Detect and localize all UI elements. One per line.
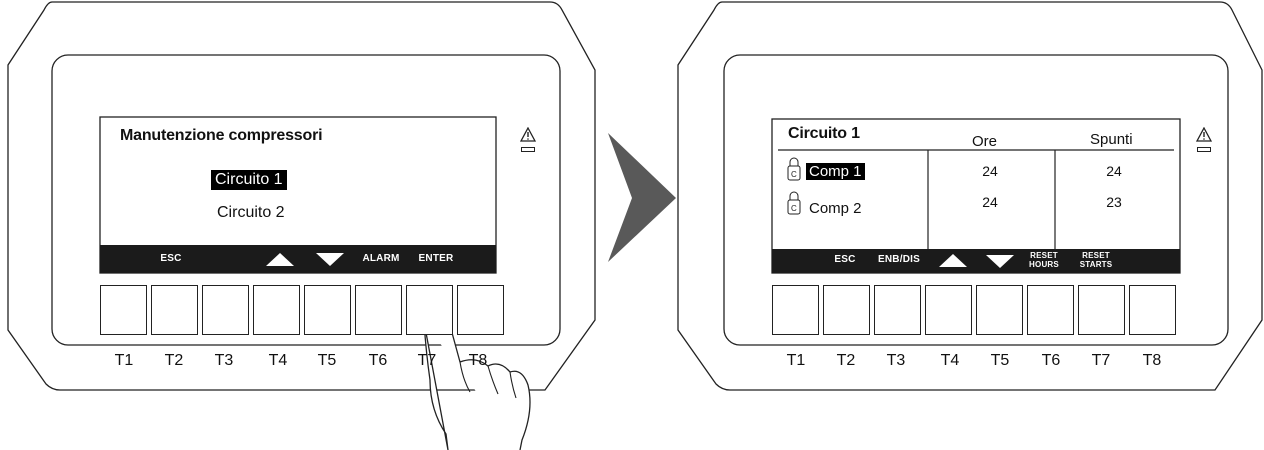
key-label-t4: T4 bbox=[268, 352, 288, 369]
softkey-reset-starts: RESET STARTS bbox=[1078, 251, 1114, 269]
key-t3[interactable] bbox=[874, 285, 921, 335]
key-label-t4: T4 bbox=[940, 352, 960, 369]
softkey-reset-hours-line2: HOURS bbox=[1029, 260, 1059, 269]
key-label-t2: T2 bbox=[836, 352, 856, 369]
alarm-led bbox=[521, 147, 535, 152]
key-t1[interactable] bbox=[100, 285, 147, 335]
softkey-reset-starts-line2: STARTS bbox=[1079, 260, 1113, 269]
compressor-icon: C bbox=[787, 191, 801, 215]
column-header-ore: Ore bbox=[972, 133, 998, 150]
menu-item-circuito-2[interactable]: Circuito 2 bbox=[213, 203, 289, 223]
key-t2[interactable] bbox=[823, 285, 870, 335]
row-comp-2-ore: 24 bbox=[982, 194, 998, 210]
svg-text:C: C bbox=[791, 170, 797, 179]
key-t4[interactable] bbox=[925, 285, 972, 335]
key-t7[interactable] bbox=[1078, 285, 1125, 335]
softkey-reset-hours-line1: RESET bbox=[1030, 251, 1058, 260]
key-t4[interactable] bbox=[253, 285, 300, 335]
compressor-icon: C bbox=[787, 157, 801, 181]
key-label-t3: T3 bbox=[886, 352, 906, 369]
warning-icon bbox=[1195, 126, 1213, 147]
key-label-t6: T6 bbox=[368, 352, 388, 369]
left-device-body bbox=[7, 1, 596, 391]
diagram-frame: C C bbox=[7, 1, 1263, 450]
row-comp-2-name[interactable]: Comp 2 bbox=[806, 200, 865, 217]
key-label-t5: T5 bbox=[317, 352, 337, 369]
key-label-t6: T6 bbox=[1041, 352, 1061, 369]
arrow-right-icon bbox=[608, 133, 676, 262]
key-label-t8: T8 bbox=[1142, 352, 1162, 369]
row-comp-2-spunti: 23 bbox=[1106, 194, 1122, 210]
key-t2[interactable] bbox=[151, 285, 198, 335]
key-t8[interactable] bbox=[1129, 285, 1176, 335]
key-label-t3: T3 bbox=[214, 352, 234, 369]
key-t5[interactable] bbox=[976, 285, 1023, 335]
key-label-t7: T7 bbox=[417, 352, 437, 369]
menu-item-circuito-1[interactable]: Circuito 1 bbox=[211, 170, 287, 190]
softkey-reset-hours: RESET HOURS bbox=[1027, 251, 1061, 269]
svg-text:C: C bbox=[791, 204, 797, 213]
arrow-up-icon bbox=[266, 253, 294, 266]
row-comp-1-spunti: 24 bbox=[1106, 163, 1122, 179]
right-softkey-bar: ESC ENB/DIS RESET HOURS RESET STARTS bbox=[772, 249, 1180, 273]
softkey-enb-dis: ENB/DIS bbox=[878, 254, 920, 265]
key-label-t7: T7 bbox=[1091, 352, 1111, 369]
key-label-t1: T1 bbox=[114, 352, 134, 369]
alarm-led bbox=[1197, 147, 1211, 152]
warning-icon bbox=[519, 126, 537, 147]
key-t3[interactable] bbox=[202, 285, 249, 335]
softkey-esc: ESC bbox=[160, 253, 182, 264]
key-t5[interactable] bbox=[304, 285, 351, 335]
softkey-alarm: ALARM bbox=[362, 253, 400, 264]
left-screen-title: Manutenzione compressori bbox=[120, 127, 323, 144]
arrow-down-icon bbox=[986, 255, 1014, 268]
key-label-t2: T2 bbox=[164, 352, 184, 369]
softkey-reset-starts-line1: RESET bbox=[1082, 251, 1110, 260]
row-comp-1-ore: 24 bbox=[982, 163, 998, 179]
key-t6[interactable] bbox=[355, 285, 402, 335]
key-label-t1: T1 bbox=[786, 352, 806, 369]
key-label-t5: T5 bbox=[990, 352, 1010, 369]
arrow-up-icon bbox=[939, 254, 967, 267]
left-softkey-bar: ESC ALARM ENTER bbox=[100, 245, 496, 273]
arrow-down-icon bbox=[316, 253, 344, 266]
key-t8[interactable] bbox=[457, 285, 504, 335]
softkey-esc: ESC bbox=[834, 254, 856, 265]
key-t1[interactable] bbox=[772, 285, 819, 335]
softkey-enter: ENTER bbox=[418, 253, 454, 264]
row-comp-1-name[interactable]: Comp 1 bbox=[806, 163, 865, 180]
key-label-t8: T8 bbox=[468, 352, 488, 369]
key-t7[interactable] bbox=[406, 285, 453, 335]
right-screen-title: Circuito 1 bbox=[788, 125, 860, 142]
key-t6[interactable] bbox=[1027, 285, 1074, 335]
column-header-spunti: Spunti bbox=[1090, 131, 1133, 148]
